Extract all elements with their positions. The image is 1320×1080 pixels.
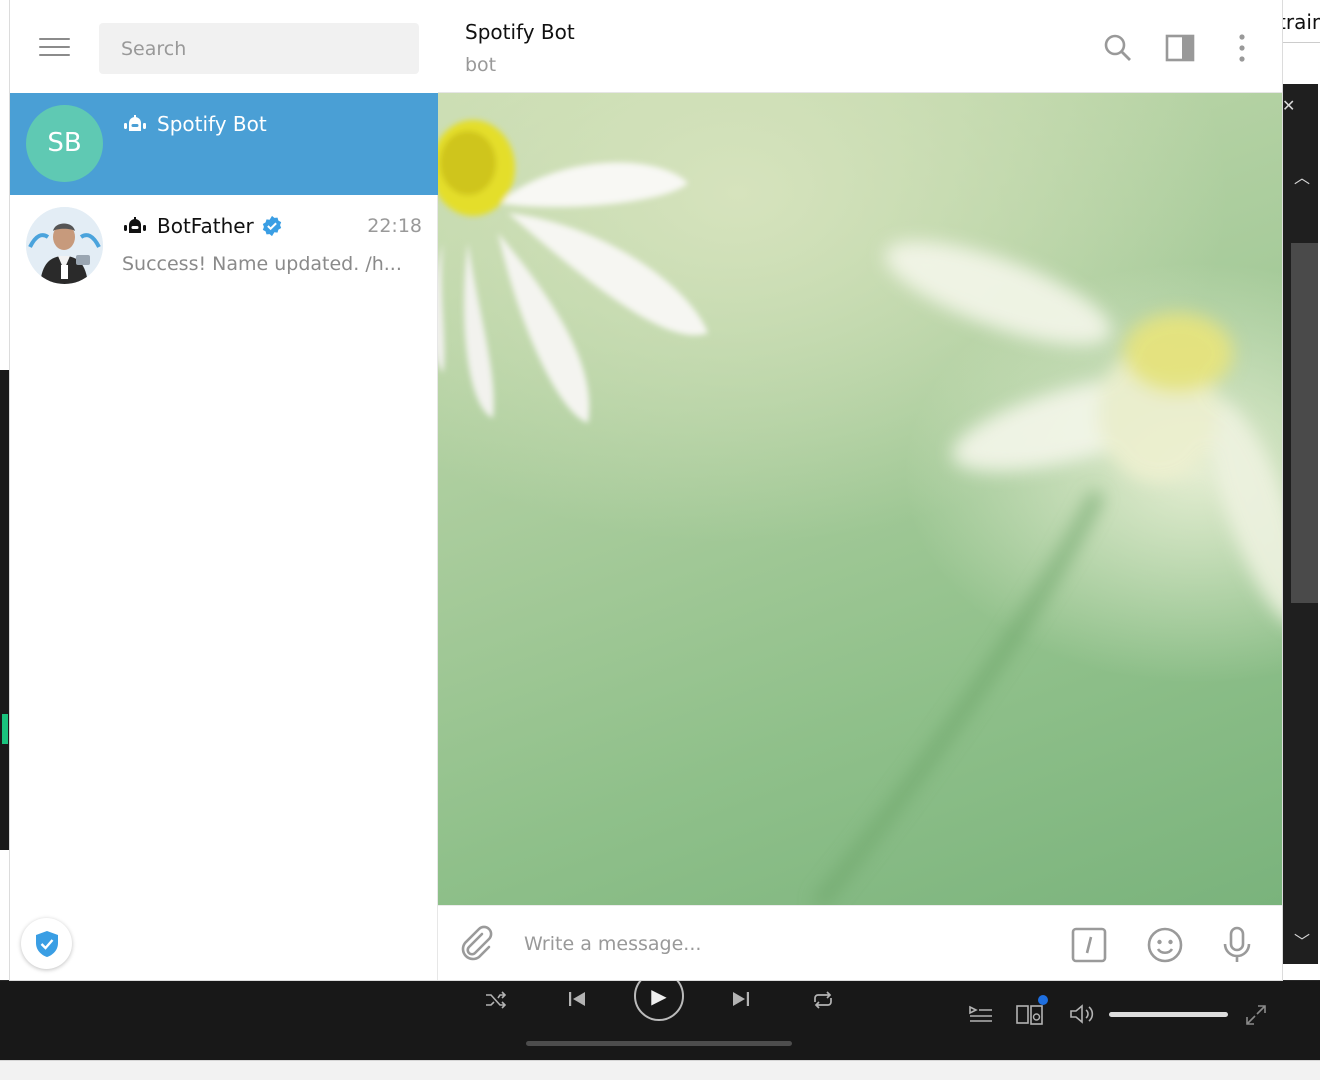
- background-scrollbar-thumb[interactable]: [1291, 243, 1318, 603]
- chat-subtitle: bot: [465, 54, 497, 76]
- media-player-bar: ▶: [0, 971, 1320, 1060]
- chevron-up-icon[interactable]: ︿: [1294, 164, 1310, 188]
- close-icon[interactable]: ✕: [1282, 96, 1295, 115]
- bot-icon: [124, 217, 146, 233]
- taskbar-fragment: [0, 1060, 1320, 1080]
- emoji-icon[interactable]: [1146, 926, 1184, 968]
- chat-name: BotFather: [157, 214, 254, 238]
- microphone-icon[interactable]: [1222, 926, 1252, 968]
- volume-icon[interactable]: [1068, 1003, 1098, 1028]
- sidebar-header: [10, 0, 438, 93]
- chat-header: Spotify Bot bot: [438, 0, 1282, 93]
- previous-track-icon[interactable]: [566, 988, 588, 1013]
- paperclip-icon[interactable]: [458, 925, 494, 965]
- search-input[interactable]: [99, 23, 419, 74]
- next-track-icon[interactable]: [730, 988, 752, 1013]
- playback-progress-bar[interactable]: [526, 1041, 792, 1046]
- queue-icon[interactable]: [968, 1003, 994, 1028]
- chat-last-message-preview: Success! Name updated. /h...: [122, 253, 402, 275]
- chat-list-sidebar: SB Spotify Bot: [10, 0, 438, 980]
- daisy-wallpaper-art: [438, 120, 1282, 905]
- shield-check-icon: [36, 931, 58, 957]
- shuffle-icon[interactable]: [484, 990, 508, 1013]
- fullscreen-icon[interactable]: [1244, 1003, 1268, 1032]
- background-green-marker: [2, 714, 8, 744]
- slash-command-icon[interactable]: [1070, 926, 1108, 968]
- avatar: [26, 207, 103, 284]
- chevron-down-icon[interactable]: ﹀: [1294, 928, 1310, 952]
- message-composer: [438, 905, 1282, 980]
- chat-wallpaper: [438, 93, 1282, 905]
- message-input[interactable]: [522, 924, 1052, 964]
- background-divider: [1282, 42, 1320, 43]
- chat-item-spotify-bot[interactable]: SB Spotify Bot: [10, 93, 438, 195]
- search-icon[interactable]: [1102, 32, 1134, 64]
- chat-name: Spotify Bot: [157, 112, 267, 136]
- background-right-text: train: [1282, 0, 1320, 42]
- shield-check-button[interactable]: [21, 918, 72, 969]
- volume-slider[interactable]: [1109, 1012, 1228, 1017]
- chat-item-botfather[interactable]: BotFather 22:18 Success! Name updated. /…: [10, 195, 438, 297]
- chat-timestamp: 22:18: [367, 215, 422, 237]
- chat-title[interactable]: Spotify Bot: [465, 20, 575, 44]
- telegram-window: SB Spotify Bot: [10, 0, 1282, 980]
- chat-title-row: Spotify Bot: [122, 109, 422, 139]
- avatar: SB: [26, 105, 103, 182]
- background-left-dark-panel: [0, 370, 10, 850]
- more-vertical-icon[interactable]: [1226, 32, 1258, 64]
- bot-icon: [124, 115, 146, 131]
- repeat-icon[interactable]: [810, 989, 836, 1014]
- device-active-dot: [1038, 995, 1048, 1005]
- sidebar-toggle-icon[interactable]: [1164, 32, 1196, 64]
- menu-icon[interactable]: [39, 38, 70, 58]
- devices-icon[interactable]: [1016, 1003, 1046, 1030]
- verified-badge-icon: [262, 215, 281, 237]
